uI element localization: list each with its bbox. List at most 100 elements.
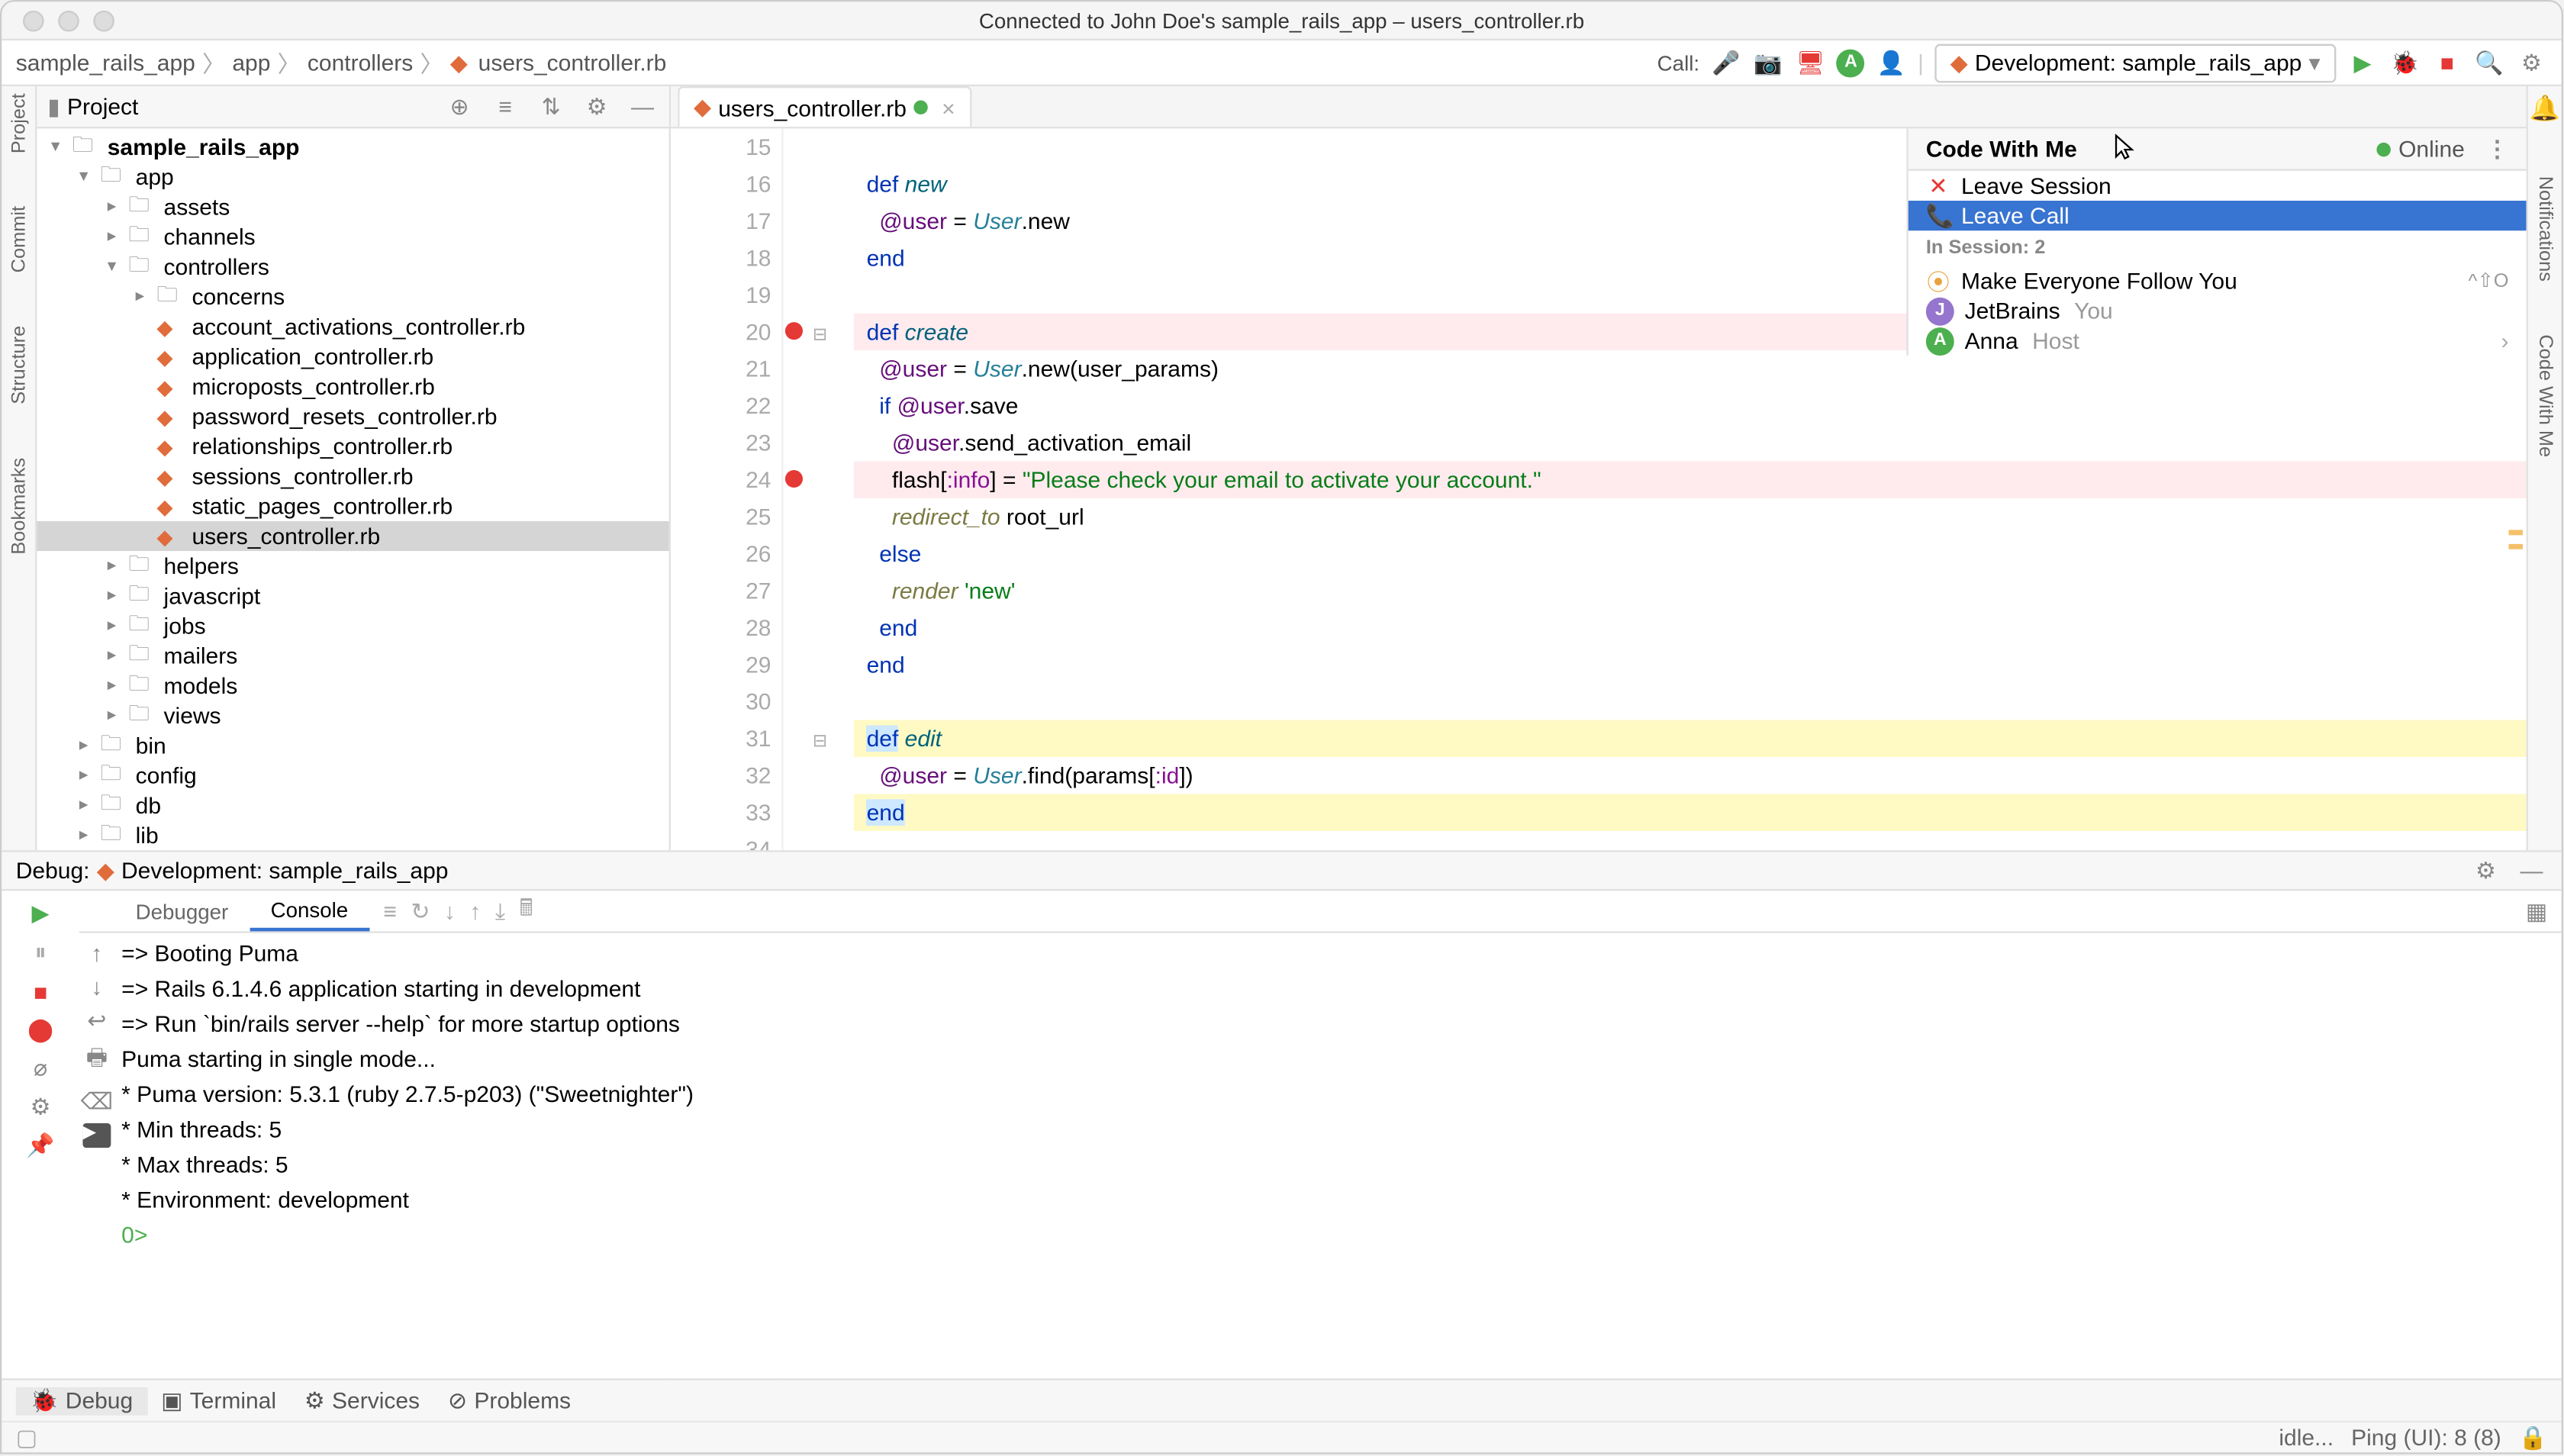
tree-item[interactable]: ◆application_controller.rb [37, 342, 668, 372]
services-tool-tab[interactable]: ⚙Services [290, 1387, 433, 1415]
tree-item[interactable]: ◆password_resets_controller.rb [37, 401, 668, 431]
maximize-window-icon[interactable] [93, 10, 114, 31]
debug-tool-tab[interactable]: 🐞Debug [16, 1387, 147, 1415]
tree-item[interactable]: ◆users_controller.rb [37, 521, 668, 551]
tree-item[interactable]: ▸🗀concerns [37, 282, 668, 311]
tree-item[interactable]: ▸🗀views [37, 701, 668, 730]
console-toggle-icon[interactable]: ▶ [82, 1123, 111, 1148]
tree-item[interactable]: ◆account_activations_controller.rb [37, 311, 668, 341]
run-to-cursor-icon[interactable]: ⤓ [495, 897, 505, 925]
tree-item[interactable]: ◆static_pages_controller.rb [37, 491, 668, 521]
resume-icon[interactable]: ▶ [24, 898, 56, 930]
breadcrumb[interactable]: sample_rails_app〉app〉controllers〉◆users_… [16, 46, 667, 79]
scroll-down-icon[interactable]: ↓ [91, 974, 102, 1000]
panel-settings-icon[interactable]: ⚙ [581, 91, 613, 123]
settings-debug-icon[interactable]: ⚙ [24, 1091, 56, 1123]
add-user-icon[interactable]: 👤 [1876, 47, 1908, 79]
breakpoints-icon[interactable]: ⬤ [24, 1014, 56, 1046]
tree-item[interactable]: ▸🗀db [37, 791, 668, 820]
breadcrumb-segment[interactable]: app [232, 50, 270, 76]
editor-tab-users-controller[interactable]: ◆ users_controller.rb × [678, 86, 971, 127]
debug-icon[interactable]: 🐞 [2389, 47, 2421, 79]
pin-icon[interactable]: 📌 [24, 1130, 56, 1162]
avatar-anna-icon[interactable]: A [1837, 48, 1865, 76]
rail-tab-code-with-me[interactable]: Code With Me [2534, 334, 2556, 457]
clear-icon[interactable]: ⌫ [81, 1088, 113, 1116]
tree-item[interactable]: ▾🗀controllers [37, 252, 668, 282]
bottom-tool-tabs: 🐞Debug ▣Terminal ⚙Services ⊘Problems [2, 1378, 2561, 1420]
follow-label: Make Everyone Follow You [1961, 268, 2237, 295]
scroll-up-icon[interactable]: ↑ [91, 940, 102, 967]
expand-icon[interactable]: ≡ [489, 91, 521, 123]
tree-item[interactable]: ▸🗀lib [37, 820, 668, 850]
status-square-icon[interactable]: ▢ [16, 1423, 37, 1451]
notifications-bell-icon[interactable]: 🔔 [2530, 93, 2560, 123]
mic-off-icon[interactable]: 🎤 [1710, 47, 1742, 79]
window-controls[interactable] [2, 10, 114, 31]
step-into-icon[interactable]: ↓ [444, 898, 456, 925]
participant-item[interactable]: AAnnaHost› [1909, 326, 2527, 356]
screen-off-icon[interactable]: 🖥 [1795, 47, 1827, 79]
tree-item[interactable]: ◆relationships_controller.rb [37, 431, 668, 461]
stop-icon[interactable]: ■ [2431, 47, 2463, 79]
close-window-icon[interactable] [23, 10, 44, 31]
tree-item[interactable]: ▸🗀config [37, 761, 668, 791]
pause-icon[interactable]: ⏸ [24, 936, 56, 968]
layout-icon[interactable]: ▦ [2526, 897, 2562, 925]
close-tab-icon[interactable]: × [942, 94, 955, 121]
follow-icon: ⦿ [1926, 264, 1950, 298]
collapse-icon[interactable]: ⇅ [535, 91, 567, 123]
breadcrumb-segment[interactable]: sample_rails_app [16, 50, 195, 76]
leave-session-item[interactable]: ✕ Leave Session [1909, 171, 2527, 201]
tree-item[interactable]: ▸🗀channels [37, 222, 668, 252]
run-config-selector[interactable]: ◆ Development: sample_rails_app ▾ [1934, 43, 2337, 82]
breadcrumb-segment[interactable]: controllers [308, 50, 413, 76]
project-panel-header[interactable]: ▮ Project ⊕ ≡ ⇅ ⚙ — [37, 86, 668, 128]
rail-tab-commit[interactable]: Commit [8, 206, 29, 272]
tree-item[interactable]: ▸🗀assets [37, 192, 668, 221]
tree-item[interactable]: ▾🗀sample_rails_app [37, 132, 668, 162]
tree-item[interactable]: ◆microposts_controller.rb [37, 372, 668, 401]
phone-icon: 📞 [1926, 201, 1950, 230]
terminal-tool-tab[interactable]: ▣Terminal [147, 1387, 291, 1415]
rail-tab-structure[interactable]: Structure [8, 326, 29, 404]
tree-item[interactable]: ▸🗀jobs [37, 611, 668, 641]
rail-tab-notifications[interactable]: Notifications [2534, 176, 2556, 282]
problems-tool-tab[interactable]: ⊘Problems [434, 1387, 585, 1415]
debugger-tab[interactable]: Debugger [114, 891, 250, 931]
rerun-icon[interactable]: ↻ [411, 897, 430, 925]
rail-tab-project[interactable]: Project [8, 93, 29, 153]
lock-icon[interactable]: 🔒 [2519, 1423, 2547, 1451]
cam-off-icon[interactable]: 📷 [1752, 47, 1784, 79]
print-icon[interactable]: 🖶 [86, 1042, 108, 1081]
locate-icon[interactable]: ⊕ [443, 91, 475, 123]
soft-wrap-icon[interactable]: ↩ [87, 1007, 106, 1036]
hide-panel-icon[interactable]: — [627, 91, 659, 123]
tree-item[interactable]: ▸🗀bin [37, 730, 668, 760]
tree-item[interactable]: ▸🗀mailers [37, 641, 668, 671]
step-out-icon[interactable]: ↑ [469, 898, 481, 925]
tree-item[interactable]: ▸🗀helpers [37, 551, 668, 581]
mute-bp-icon[interactable]: ⌀ [24, 1053, 56, 1085]
tree-item[interactable]: ▸🗀javascript [37, 581, 668, 610]
cwm-menu-icon[interactable]: ⋮ [2485, 134, 2508, 163]
debug-hide-icon[interactable]: — [2516, 855, 2548, 887]
minimize-window-icon[interactable] [58, 10, 79, 31]
stop-debug-icon[interactable]: ■ [24, 975, 56, 1007]
leave-call-item[interactable]: 📞 Leave Call [1909, 201, 2527, 230]
follow-you-item[interactable]: ⦿ Make Everyone Follow You ^⇧O [1909, 266, 2527, 295]
tree-item[interactable]: ◆sessions_controller.rb [37, 461, 668, 491]
settings-icon[interactable]: ⚙ [2516, 47, 2548, 79]
breadcrumb-segment[interactable]: users_controller.rb [478, 50, 667, 76]
console-tab[interactable]: Console [250, 891, 369, 931]
debug-console[interactable]: => Booting Puma=> Rails 6.1.4.6 applicat… [114, 933, 2562, 1379]
debug-settings-icon[interactable]: ⚙ [2470, 855, 2502, 887]
participant-item[interactable]: JJetBrainsYou [1909, 296, 2527, 326]
run-icon[interactable]: ▶ [2347, 47, 2379, 79]
rail-tab-bookmarks[interactable]: Bookmarks [8, 457, 29, 554]
evaluate-icon[interactable]: 🖩 [520, 891, 533, 930]
search-icon[interactable]: 🔍 [2473, 47, 2505, 79]
tree-item[interactable]: ▸🗀models [37, 671, 668, 701]
step-over-icon[interactable]: ≡ [383, 898, 397, 925]
tree-item[interactable]: ▾🗀app [37, 162, 668, 192]
